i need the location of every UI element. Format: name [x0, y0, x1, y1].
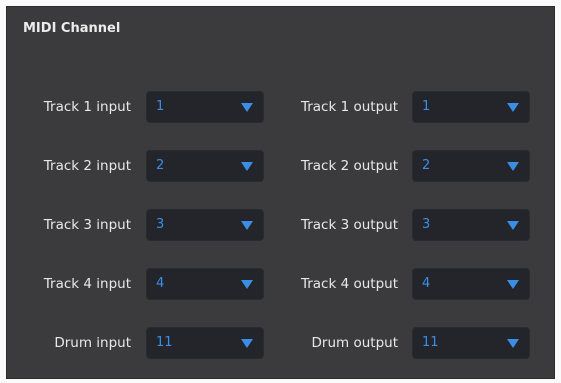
panel-title: MIDI Channel	[23, 21, 121, 36]
drum-input-label: Drum input	[54, 335, 131, 351]
drum-output-value: 11	[422, 335, 439, 350]
track-4-output-value: 4	[422, 276, 431, 291]
track-4-input-label: Track 4 input	[43, 276, 131, 292]
track-2-input-select[interactable]: 2	[146, 150, 264, 182]
chevron-down-icon	[241, 280, 253, 289]
drum-output-select[interactable]: 11	[412, 327, 530, 359]
track-2-input-value: 2	[156, 158, 165, 173]
chevron-down-icon	[507, 162, 519, 171]
track-3-output-value: 3	[422, 217, 431, 232]
chevron-down-icon	[507, 103, 519, 112]
track-2-input-label: Track 2 input	[43, 158, 131, 174]
track-2-output-label: Track 2 output	[300, 158, 398, 174]
track-1-input-select[interactable]: 1	[146, 91, 264, 123]
track-1-input-label: Track 1 input	[43, 99, 131, 115]
drum-input-select[interactable]: 11	[146, 327, 264, 359]
drum-row: Drum input 11 Drum output 11	[7, 325, 556, 361]
track-3-input-label: Track 3 input	[43, 217, 131, 233]
drum-output-label: Drum output	[311, 335, 398, 351]
track-2-row: Track 2 input 2 Track 2 output 2	[7, 148, 556, 184]
chevron-down-icon	[507, 339, 519, 348]
chevron-down-icon	[241, 221, 253, 230]
midi-channel-panel: MIDI Channel Track 1 input 1 Track 1 out…	[6, 6, 555, 379]
chevron-down-icon	[241, 339, 253, 348]
track-1-row: Track 1 input 1 Track 1 output 1	[7, 89, 556, 125]
track-2-output-value: 2	[422, 158, 431, 173]
track-1-output-label: Track 1 output	[300, 99, 398, 115]
chevron-down-icon	[507, 221, 519, 230]
track-3-input-select[interactable]: 3	[146, 209, 264, 241]
track-1-output-value: 1	[422, 99, 431, 114]
track-4-input-value: 4	[156, 276, 165, 291]
track-3-row: Track 3 input 3 Track 3 output 3	[7, 207, 556, 243]
track-4-row: Track 4 input 4 Track 4 output 4	[7, 266, 556, 302]
track-2-output-select[interactable]: 2	[412, 150, 530, 182]
drum-input-value: 11	[156, 335, 173, 350]
track-1-output-select[interactable]: 1	[412, 91, 530, 123]
track-3-output-select[interactable]: 3	[412, 209, 530, 241]
track-4-input-select[interactable]: 4	[146, 268, 264, 300]
track-1-input-value: 1	[156, 99, 165, 114]
track-3-output-label: Track 3 output	[300, 217, 398, 233]
chevron-down-icon	[241, 162, 253, 171]
track-4-output-label: Track 4 output	[300, 276, 398, 292]
track-3-input-value: 3	[156, 217, 165, 232]
track-4-output-select[interactable]: 4	[412, 268, 530, 300]
chevron-down-icon	[507, 280, 519, 289]
chevron-down-icon	[241, 103, 253, 112]
